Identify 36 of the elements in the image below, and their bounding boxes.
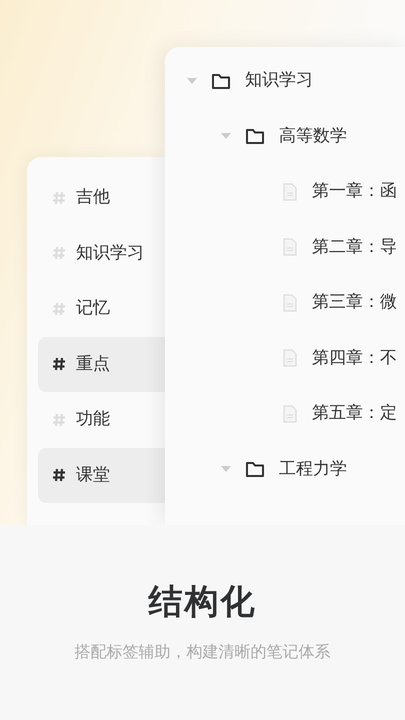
note-title[interactable]: 第五章：定: [312, 401, 397, 426]
tag-label: 课堂: [76, 464, 110, 486]
tag-item[interactable]: 吉他: [38, 170, 165, 226]
tag-item[interactable]: 重点: [38, 336, 165, 392]
note-title[interactable]: 第四章：不: [312, 346, 397, 371]
hash-icon: [52, 357, 66, 372]
tag-item[interactable]: 课堂: [38, 448, 165, 503]
hash-icon: [52, 246, 66, 260]
tag-item[interactable]: 功能: [38, 392, 165, 448]
note-title[interactable]: 第一章：函: [312, 179, 397, 204]
folder-label[interactable]: 高等数学: [279, 124, 347, 149]
hash-icon: [52, 302, 66, 316]
note-title[interactable]: 第三章：微: [312, 290, 397, 316]
folder-icon: [245, 460, 265, 478]
tag-item[interactable]: 知识学习: [38, 226, 165, 281]
hash-icon: [52, 468, 66, 482]
note-title[interactable]: 第二章：导: [312, 234, 397, 260]
tag-label: 重点: [76, 352, 110, 376]
folder-icon: [211, 72, 231, 90]
tag-label: 吉他: [76, 186, 110, 209]
hash-icon: [52, 412, 66, 427]
tag-label: 知识学习: [76, 242, 144, 264]
tag-item[interactable]: 记忆: [38, 281, 165, 336]
document-icon: [283, 294, 297, 312]
folder-label[interactable]: 知识学习: [245, 68, 313, 94]
tag-label: 记忆: [76, 297, 110, 320]
document-icon: [283, 404, 297, 423]
document-icon: [283, 238, 297, 256]
folder-icon: [245, 127, 265, 146]
subtitle: 搭配标签辅助，构建清晰的笔记体系: [74, 641, 330, 663]
document-icon: [283, 349, 297, 368]
headline: 结构化: [148, 581, 256, 624]
hash-icon: [52, 190, 66, 205]
tag-label: 功能: [76, 408, 110, 431]
folder-label[interactable]: 工程力学: [279, 456, 347, 482]
document-icon: [283, 182, 297, 201]
